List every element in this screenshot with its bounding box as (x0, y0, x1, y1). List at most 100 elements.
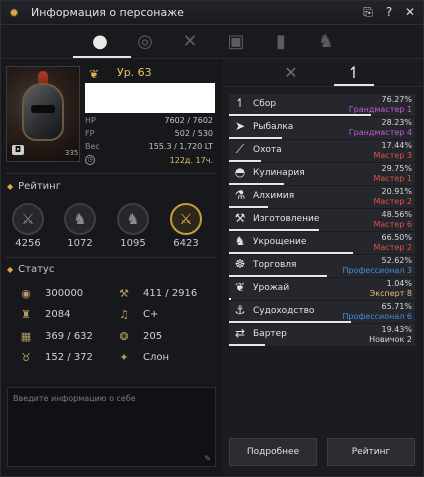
life-skill-grade: Грандмастер 1 (348, 105, 412, 114)
life-skill-grade: Мастер 2 (373, 243, 413, 252)
bullet-icon: ◆ (7, 265, 14, 274)
life-skill-row[interactable]: ♞ Укрощение 66.50% Мастер 2 (229, 232, 415, 254)
pencil-icon[interactable]: ✎ (204, 454, 211, 463)
combat-icon[interactable]: ✕ (276, 61, 306, 85)
chart-icon[interactable]: ▮ (268, 29, 294, 55)
life-skill-grade: Мастер 1 (373, 174, 413, 183)
horse-head-icon: ♞ (64, 203, 96, 235)
life-skill-name: Бартер (253, 329, 287, 339)
details-button[interactable]: Подробнее (229, 438, 317, 466)
profile-icon[interactable]: ● (87, 29, 113, 55)
ranking-button[interactable]: Рейтинг (327, 438, 415, 466)
camera-icon[interactable]: ◘ (12, 145, 24, 155)
coins-icon: ◉ (21, 287, 31, 300)
life-skill-progress-bar (229, 321, 352, 323)
status-section-title: ◆ Статус (7, 264, 55, 275)
life-skill-progress-bar (229, 252, 353, 254)
character-level: Ур. 63 (117, 66, 152, 79)
life-skill-progress-bar (229, 298, 231, 300)
sprout-icon: ❦ (234, 280, 246, 294)
help-icon[interactable]: ? (382, 5, 396, 20)
sickle-icon[interactable]: ↿ (339, 61, 369, 85)
life-skill-progress-bar (229, 344, 266, 346)
life-skill-percent: 19.43% (381, 325, 412, 334)
bullet-icon: ◆ (7, 182, 14, 191)
life-skill-row[interactable]: ◓ Кулинария 29.75% Мастер 1 (229, 163, 415, 185)
life-skill-name: Урожай (253, 283, 290, 293)
life-skill-row[interactable]: ⟋ Охота 17.44% Мастер 3 (229, 140, 415, 162)
crossed-swords-icon: ⚔ (170, 203, 202, 235)
self-intro-textarea[interactable]: Введите информацию о себе ✎ (7, 387, 216, 467)
constellation-icon: ✦ (119, 351, 129, 364)
clock-icon: ◷ (85, 155, 95, 165)
life-skill-progress-bar (229, 183, 285, 185)
life-skill-name: Охота (253, 145, 282, 155)
swords-icon: ⚔ (12, 203, 44, 235)
life-skill-name: Кулинария (253, 168, 305, 178)
energy-icon: ❂ (119, 330, 129, 343)
sickle-icon: ↿ (234, 96, 246, 110)
life-skill-row[interactable]: ☸ Торговля 52.62% Профессионал 3 (229, 255, 415, 277)
life-skill-name: Рыбалка (253, 122, 294, 132)
alchemy-icon: ⚗ (234, 188, 246, 202)
export-icon[interactable]: ⎘ (361, 5, 375, 20)
life-skill-row[interactable]: ⇄ Бартер 19.43% Новичок 2 (229, 324, 415, 346)
life-skill-name: Алхимия (253, 191, 295, 201)
life-skill-row[interactable]: ⚗ Алхимия 20.91% Мастер 2 (229, 186, 415, 208)
weight-icon: ♉ (21, 351, 31, 364)
close-icon[interactable]: ✕ (403, 5, 417, 20)
life-skill-name: Укрощение (253, 237, 307, 247)
trade-icon: ☸ (234, 257, 246, 271)
title-bar[interactable]: ✹ Информация о персонаже ⎘ ? ✕ (1, 1, 423, 25)
medal-icon[interactable]: ◎ (132, 29, 158, 55)
life-skill-percent: 52.62% (381, 256, 412, 265)
life-skill-grade: Мастер 6 (373, 220, 413, 229)
fish-icon: ➤ (234, 119, 246, 133)
combat-icon[interactable]: ✕ (177, 29, 203, 55)
horse-icon[interactable]: ♞ (313, 29, 339, 55)
life-skill-grade: Мастер 2 (373, 197, 413, 206)
anchor-icon: ⚓ (234, 303, 246, 317)
life-skill-row[interactable]: ➤ Рыбалка 28.23% Грандмастер 4 (229, 117, 415, 139)
life-skill-name: Изготовление (253, 214, 320, 224)
life-skill-name: Торговля (253, 260, 297, 270)
life-skill-percent: 65.71% (381, 302, 412, 311)
inventory-icon: ▦ (20, 330, 32, 343)
life-skill-progress-bar (229, 206, 268, 208)
rating-horse-1[interactable]: ♞ 1072 (60, 203, 100, 249)
life-skill-percent: 48.56% (381, 210, 412, 219)
hp-row: HP 7602 / 7602 (85, 116, 213, 125)
life-skill-row[interactable]: ⚒ Изготовление 48.56% Мастер 6 (229, 209, 415, 231)
rating-section-title: ◆ Рейтинг (7, 181, 61, 192)
rating-horse-2[interactable]: ♞ 1095 (113, 203, 153, 249)
weight-row: Вес 155.3 / 1,720 LT (85, 142, 213, 151)
divider (222, 86, 422, 87)
rifle-icon: ⟋ (235, 142, 245, 156)
life-skill-grade: Профессионал 6 (342, 312, 412, 321)
life-skill-progress-bar (229, 160, 262, 162)
character-name-redacted (85, 83, 215, 113)
life-skill-row[interactable]: ⚓ Судоходство 65.71% Профессионал 6 (229, 301, 415, 323)
music-icon: ♫ (119, 308, 129, 321)
life-skill-progress-bar (229, 229, 320, 231)
gift-icon[interactable]: ▣ (223, 29, 249, 55)
portrait-number: 335 (65, 149, 79, 157)
life-skill-row[interactable]: ↿ Сбор 76.27% Грандмастер 1 (229, 94, 415, 116)
active-tab-indicator (73, 56, 131, 58)
rating-combat[interactable]: ⚔ 4256 (8, 203, 48, 249)
life-skill-percent: 20.91% (381, 187, 412, 196)
life-skill-percent: 66.50% (381, 233, 412, 242)
settings-gear-icon: ✹ (9, 5, 20, 20)
life-skill-grade: Профессионал 3 (342, 266, 412, 275)
hammer-icon: ⚒ (234, 211, 246, 225)
life-skill-name: Сбор (253, 99, 277, 109)
cooking-icon: ◓ (234, 165, 246, 179)
life-skill-grade: Грандмастер 4 (348, 128, 412, 137)
life-skill-percent: 1.04% (386, 279, 412, 288)
life-skill-grade: Мастер 3 (373, 151, 413, 160)
life-skill-row[interactable]: ❦ Урожай 1.04% Эксперт 8 (229, 278, 415, 300)
life-skill-progress-bar (229, 114, 371, 116)
top-tab-bar: ● ◎ ✕ ▣ ▮ ♞ (1, 26, 423, 59)
rating-total[interactable]: ⚔ 6423 (166, 203, 206, 249)
intro-placeholder: Введите информацию о себе (13, 394, 136, 403)
